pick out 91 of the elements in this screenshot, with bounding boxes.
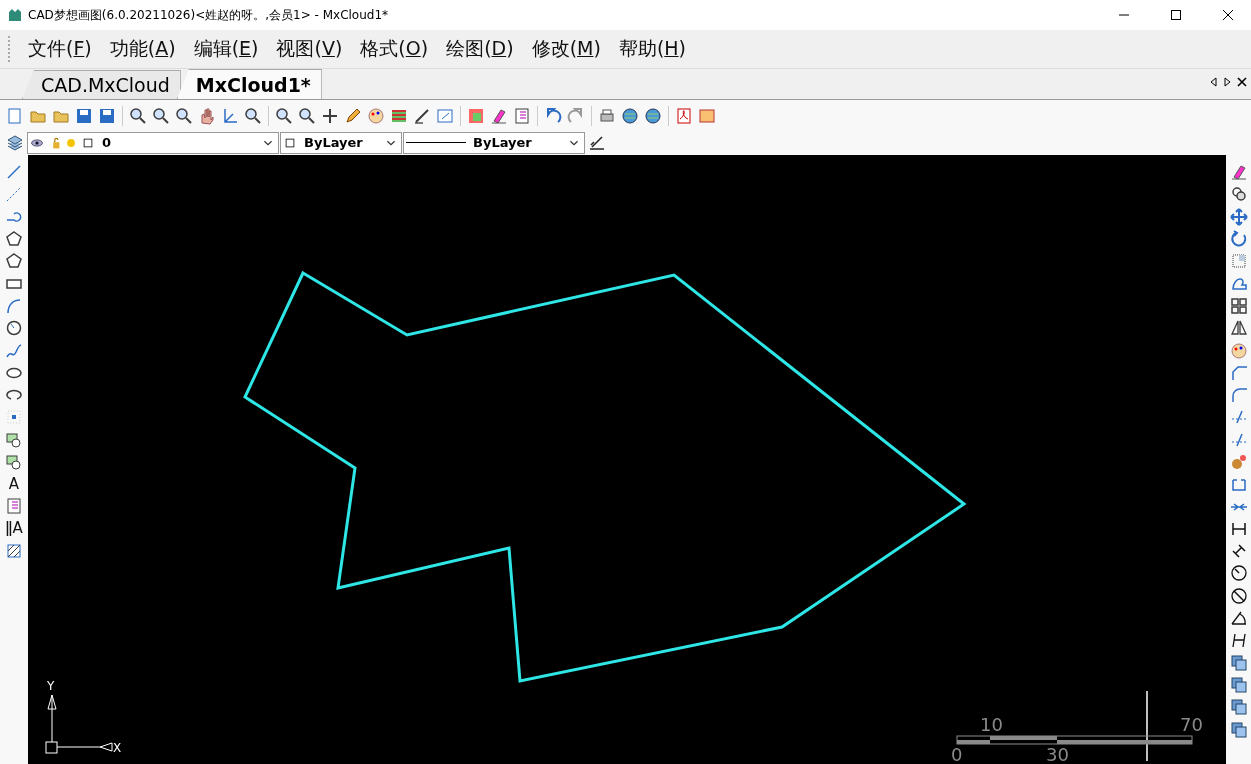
color-swatch-icon — [283, 135, 297, 150]
construction-line-icon — [5, 185, 23, 204]
scale-label: 0 — [951, 744, 963, 764]
close-tab-button[interactable] — [1237, 77, 1247, 87]
angle-dimension-icon — [1229, 609, 1248, 628]
link-window-icon — [436, 106, 454, 125]
save-as-icon — [98, 106, 116, 125]
linetype-dropdown[interactable]: ByLayer — [403, 131, 585, 154]
table-icon — [5, 497, 23, 516]
tab-scroll-left-button[interactable] — [1209, 77, 1219, 87]
color-dropdown[interactable]: ByLayer — [280, 131, 402, 154]
image-icon — [698, 106, 716, 125]
zoom-previous-icon — [298, 106, 316, 125]
document-tab[interactable]: MxCloud1* — [176, 69, 322, 99]
multiline-text-button[interactable]: ǁA — [3, 517, 25, 540]
ucs-axes-icon — [45, 694, 113, 754]
layer-manager-icon — [6, 133, 24, 152]
menu-item[interactable]: 文件(F) — [19, 36, 101, 62]
zoom-in-icon — [129, 106, 147, 125]
brush-icon — [413, 106, 431, 125]
spline-icon — [5, 341, 23, 360]
new-file-icon — [6, 106, 24, 125]
close-icon — [1223, 10, 1233, 20]
text-tool-button[interactable]: A — [3, 473, 25, 496]
menu-item[interactable]: 帮助(H) — [609, 36, 695, 62]
chamfer-icon — [1229, 363, 1248, 382]
scale-label: 30 — [1046, 744, 1069, 764]
drawing-canvas[interactable]: Y X 10 70 0 30 — [28, 155, 1226, 764]
hatch-icon — [5, 541, 23, 560]
maximize-icon — [1171, 10, 1181, 20]
move-icon — [1229, 207, 1248, 226]
block-editor-icon — [513, 106, 531, 125]
pdf-icon — [675, 106, 693, 125]
app-logo-icon — [8, 8, 22, 22]
explode-icon — [1229, 453, 1248, 471]
point-icon — [5, 408, 23, 427]
print-icon — [598, 106, 616, 125]
send-back-icon — [1229, 675, 1248, 694]
menu-item[interactable]: 绘图(D) — [437, 36, 523, 62]
tab-scroll-right-button[interactable] — [1223, 77, 1233, 87]
erase-icon — [1229, 163, 1248, 182]
save-icon — [75, 106, 93, 125]
undo-icon — [544, 106, 562, 125]
zoom-realtime-icon — [244, 106, 262, 125]
insert-block-icon — [5, 430, 23, 449]
crosshair-icon — [321, 106, 339, 125]
ucs-icon — [221, 106, 239, 125]
pencil-icon — [344, 106, 362, 125]
scale-label: 70 — [1180, 714, 1203, 735]
layer-dropdown[interactable]: 0 — [27, 131, 279, 154]
array-icon — [1229, 296, 1248, 315]
radius-dimension-icon — [1229, 564, 1248, 583]
color-grid-icon — [467, 106, 485, 125]
send-under-icon — [1229, 720, 1248, 739]
menu-item[interactable]: 编辑(E) — [184, 36, 268, 62]
window-title: CAD梦想画图(6.0.20211026)<姓赵的呀。,会员1> - MxCloud1* — [28, 6, 390, 24]
rotate-icon — [1229, 230, 1248, 249]
continue-dimension-icon — [1229, 631, 1248, 650]
make-block-icon — [5, 453, 23, 471]
zoom-extents-icon — [175, 106, 193, 125]
palette-icon — [367, 106, 385, 125]
globe-icon — [621, 106, 639, 125]
redo-icon — [567, 106, 585, 125]
cursor-line — [1146, 690, 1148, 762]
menu-item[interactable]: 格式(O) — [351, 36, 438, 62]
bring-front-icon — [1229, 653, 1248, 672]
scale-label: 10 — [980, 714, 1003, 735]
copy-icon — [1229, 185, 1248, 204]
pan-icon — [198, 106, 216, 125]
scale-icon — [1229, 252, 1248, 271]
layer-color-icon — [81, 135, 95, 150]
irregular-polygon-icon — [5, 252, 23, 271]
linetype-sample — [406, 142, 466, 143]
lineweight-icon — [588, 133, 606, 152]
diameter-dimension-icon — [1229, 586, 1248, 605]
move-button[interactable] — [1227, 205, 1250, 228]
menu-item[interactable]: 功能(A) — [100, 36, 185, 62]
zoom-out-icon — [152, 106, 170, 125]
arc-icon — [5, 296, 23, 315]
mirror-icon — [1229, 319, 1248, 338]
x-axis-label: X — [113, 741, 122, 755]
menu-item[interactable]: 修改(M) — [522, 36, 610, 62]
bring-above-icon — [1229, 698, 1248, 717]
fillet-icon — [1229, 386, 1248, 405]
polygon-icon — [5, 230, 23, 249]
web-globe-icon — [644, 106, 662, 125]
circle-icon — [5, 319, 23, 338]
menu-item[interactable]: 视图(V) — [267, 36, 352, 62]
zoom-window-icon — [275, 106, 293, 125]
y-axis-label: Y — [47, 679, 55, 693]
document-tab[interactable]: CAD.MxCloud — [22, 70, 181, 99]
